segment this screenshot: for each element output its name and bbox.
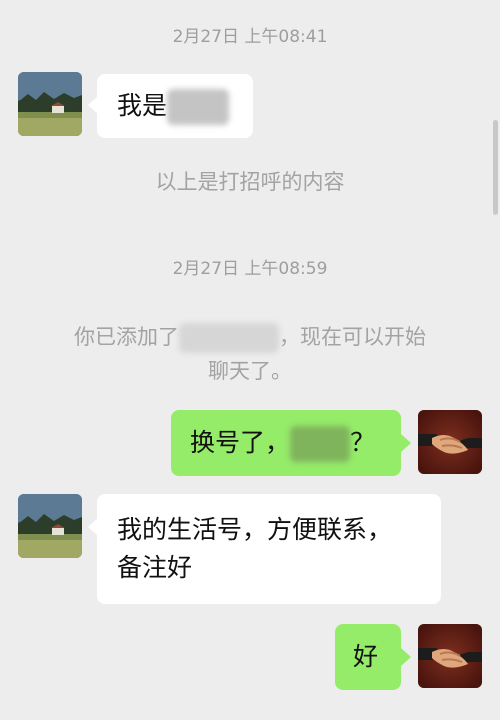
system-note: 你已添加了 ，现在可以开始 聊天了。 xyxy=(40,320,460,388)
handshake-avatar-icon xyxy=(418,624,482,688)
self-avatar[interactable] xyxy=(418,410,482,474)
bubble-tail xyxy=(401,434,411,452)
incoming-message[interactable]: 我的生活号，方便联系， 备注好 xyxy=(97,494,441,604)
outgoing-message[interactable]: 换号了， ？ xyxy=(171,410,401,476)
landscape-avatar-icon xyxy=(18,494,82,558)
message-text: 我的生活号，方便联系， xyxy=(117,515,393,544)
scrollbar[interactable] xyxy=(493,120,498,215)
message-text: 备注好 xyxy=(117,553,193,582)
landscape-avatar-icon xyxy=(18,72,82,136)
redacted-name xyxy=(167,89,230,125)
timestamp: 2月27日 上午08:41 xyxy=(172,27,328,47)
message-text: 我是 xyxy=(117,91,168,120)
message-text: 换号了， xyxy=(190,428,291,457)
redacted-name xyxy=(290,426,351,462)
contact-avatar[interactable] xyxy=(18,494,82,558)
incoming-message[interactable]: 我是 xyxy=(97,74,253,138)
message-text: ？ xyxy=(350,428,376,457)
message-text: 好 xyxy=(353,642,379,671)
system-note: 以上是打招呼的内容 xyxy=(155,170,345,194)
self-avatar[interactable] xyxy=(418,624,482,688)
system-note-text: 聊天了。 xyxy=(208,359,292,383)
contact-avatar[interactable] xyxy=(18,72,82,136)
handshake-avatar-icon xyxy=(418,410,482,474)
system-note-text: ，现在可以开始 xyxy=(279,325,426,349)
outgoing-message[interactable]: 好 xyxy=(335,624,401,690)
redacted-name xyxy=(179,323,279,353)
timestamp: 2月27日 上午08:59 xyxy=(172,259,328,279)
bubble-tail xyxy=(401,648,411,666)
system-note-text: 你已添加了 xyxy=(74,325,179,349)
